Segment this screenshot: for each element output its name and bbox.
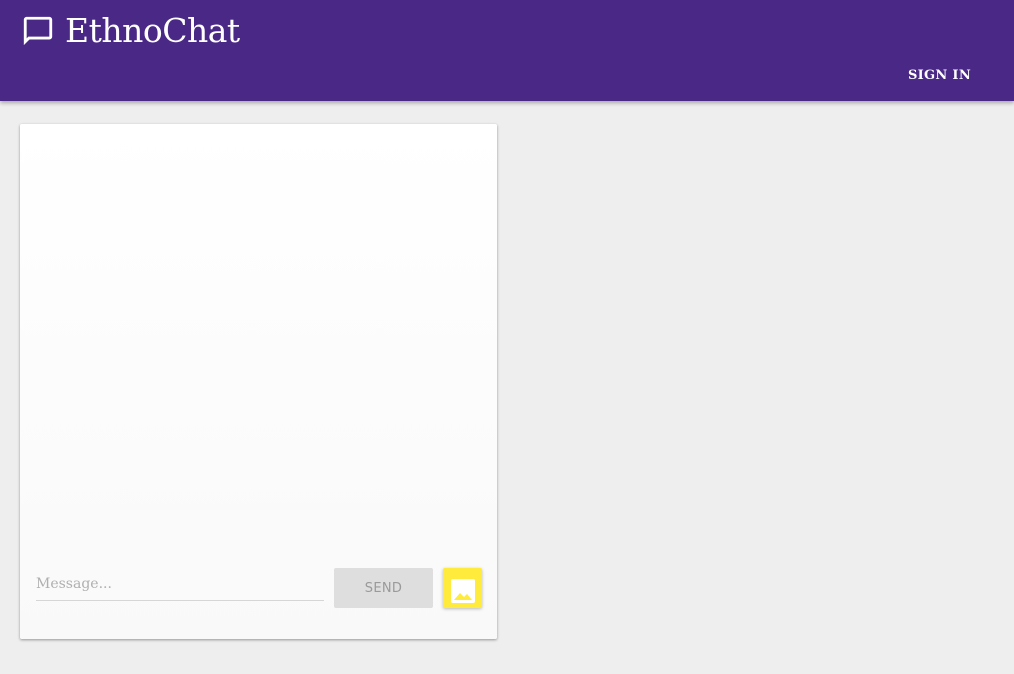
image-icon xyxy=(450,579,475,603)
app-header: EthnoChat SIGN IN xyxy=(0,0,1014,101)
send-button[interactable]: SEND xyxy=(334,568,433,608)
message-form: SEND xyxy=(36,568,482,610)
message-input[interactable] xyxy=(36,568,324,601)
sign-in-button[interactable]: SIGN IN xyxy=(895,60,984,92)
brand: EthnoChat xyxy=(21,12,240,50)
message-list[interactable] xyxy=(20,124,497,554)
chat-bubble-icon xyxy=(23,16,53,46)
app-title: EthnoChat xyxy=(65,11,240,50)
upload-image-button[interactable] xyxy=(443,568,482,608)
chat-card: SEND xyxy=(20,124,497,639)
